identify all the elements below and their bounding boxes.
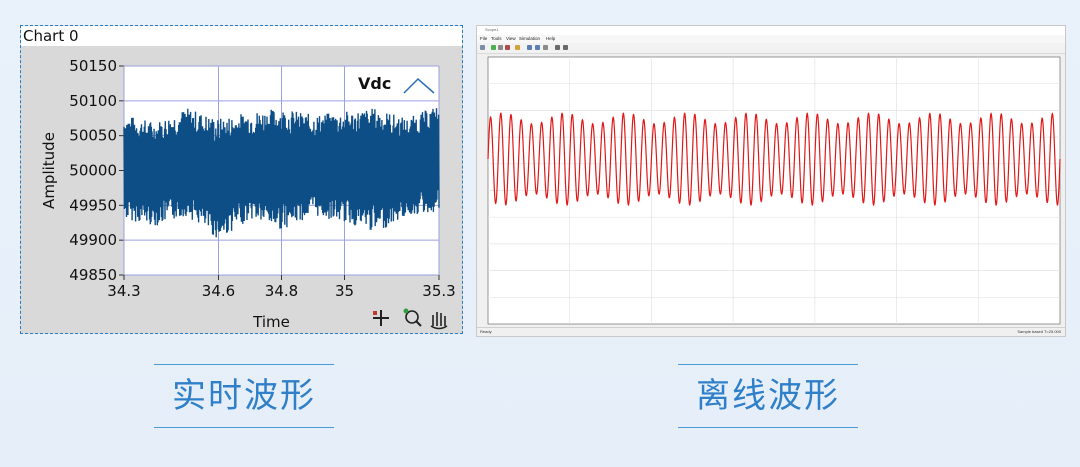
status-ready: Ready xyxy=(480,329,492,334)
scope-plot-svg[interactable] xyxy=(477,26,1067,338)
y-tick-label: 50050 xyxy=(69,127,117,145)
y-tick-label: 49950 xyxy=(69,196,117,214)
x-tick-label: 34.3 xyxy=(107,282,140,300)
y-tick-label: 50000 xyxy=(69,162,117,180)
legend-label: Vdc xyxy=(358,74,391,93)
scope-window: Scope1 File Tools View Simulation Help R… xyxy=(476,25,1066,337)
realtime-chart-svg[interactable]: 5015050100500505000049950499004985034.3 3… xyxy=(21,26,464,335)
x-tick-label: 34.6 xyxy=(202,282,235,300)
cursor-move-icon xyxy=(373,310,389,326)
x-axis-label: Time xyxy=(252,313,290,331)
realtime-chart-panel: Chart 0 50150 50100 50050 50000 49950 49900 49… xyxy=(20,25,463,334)
scope-statusbar: Ready Sample based T=25.000 xyxy=(477,327,1065,336)
x-tick-label: 35 xyxy=(335,282,354,300)
caption-offline: 离线波形 xyxy=(678,364,858,428)
pan-hand-icon xyxy=(430,312,448,330)
y-axis-label: Amplitude xyxy=(40,132,58,209)
y-tick-label: 49900 xyxy=(69,231,117,249)
zoom-icon xyxy=(403,308,422,327)
y-tick-label: 50100 xyxy=(69,92,117,110)
x-tick-label: 34.8 xyxy=(265,282,298,300)
y-tick-label: 50150 xyxy=(69,57,117,75)
x-tick-label: 35.3 xyxy=(422,282,455,300)
status-sample: Sample based T=25.000 xyxy=(1017,329,1061,334)
caption-realtime: 实时波形 xyxy=(154,364,334,428)
